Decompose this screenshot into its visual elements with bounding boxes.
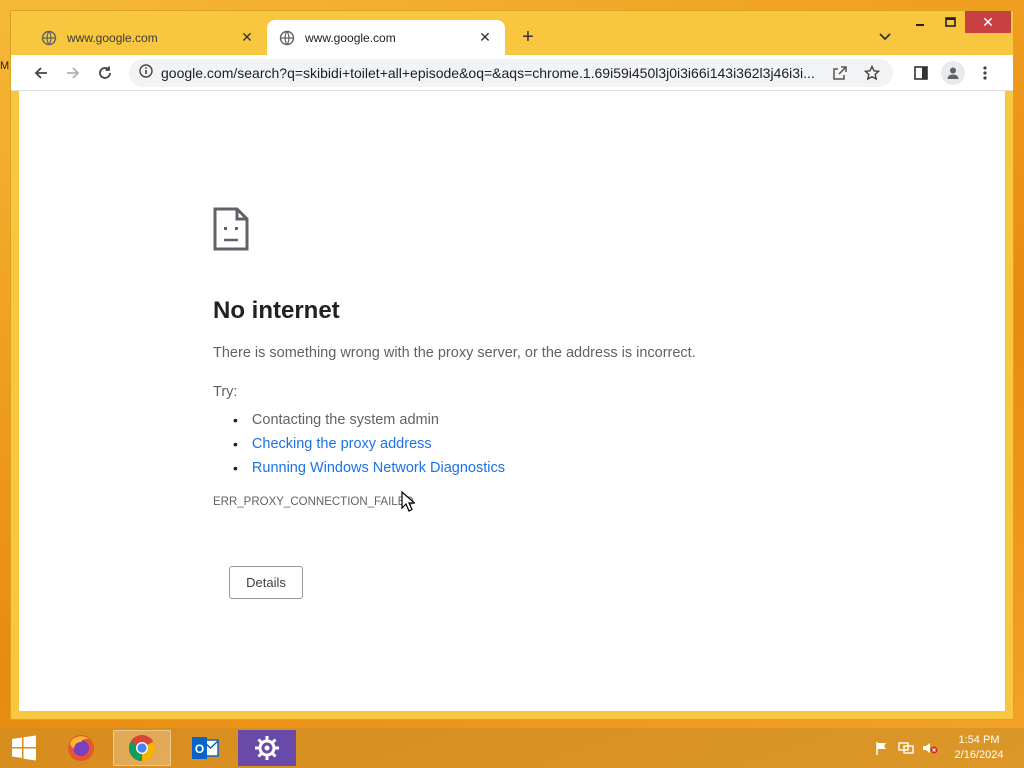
suggestion-list: Contacting the system admin Checking the… — [233, 408, 505, 480]
menu-kebab-icon[interactable] — [973, 61, 997, 85]
globe-icon — [279, 30, 295, 46]
firefox-icon[interactable] — [52, 730, 110, 766]
forward-arrow-icon[interactable] — [61, 61, 85, 85]
maximize-button[interactable] — [937, 11, 963, 33]
taskbar: O 1:54 PM 2/16/2024 — [0, 728, 1024, 768]
svg-text:O: O — [195, 742, 204, 756]
settings-icon[interactable] — [238, 730, 296, 766]
volume-muted-icon[interactable] — [922, 740, 938, 756]
system-clock[interactable]: 1:54 PM 2/16/2024 — [948, 733, 1010, 763]
browser-toolbar: google.com/search?q=skibidi+toilet+all+e… — [11, 55, 1013, 91]
error-title: No internet — [213, 297, 340, 324]
profile-avatar-icon[interactable] — [941, 61, 965, 85]
site-info-icon[interactable] — [139, 63, 153, 83]
reload-icon[interactable] — [93, 61, 117, 85]
globe-icon — [41, 30, 57, 46]
tab-close-icon[interactable]: ✕ — [239, 29, 255, 46]
clock-date: 2/16/2024 — [954, 749, 1004, 761]
tab-title: www.google.com — [305, 30, 396, 45]
suggestion-item[interactable]: Checking the proxy address — [233, 432, 505, 456]
proxy-address-link[interactable]: Checking the proxy address — [252, 436, 432, 452]
mouse-cursor-icon — [401, 490, 417, 513]
tab-search-chevron-icon[interactable] — [875, 27, 895, 47]
suggestion-item: Contacting the system admin — [233, 408, 505, 432]
network-icon[interactable] — [898, 740, 914, 756]
suggestion-item[interactable]: Running Windows Network Diagnostics — [233, 456, 505, 480]
try-label: Try: — [213, 384, 238, 400]
chrome-icon[interactable] — [113, 730, 171, 766]
tab-active[interactable]: www.google.com ✕ — [267, 20, 505, 55]
error-code: ERR_PROXY_CONNECTION_FAILED — [213, 496, 414, 508]
action-center-flag-icon[interactable] — [874, 740, 890, 756]
tab-title: www.google.com — [67, 30, 158, 45]
suggestion-text: Contacting the system admin — [251, 412, 439, 428]
outlook-icon[interactable]: O — [176, 730, 234, 766]
title-bar: www.google.com ✕ www.google.com ✕ + ✕ — [11, 11, 1013, 55]
back-arrow-icon[interactable] — [29, 61, 53, 85]
browser-window: www.google.com ✕ www.google.com ✕ + ✕ go… — [10, 10, 1014, 720]
sad-document-icon — [213, 207, 249, 251]
clock-time: 1:54 PM — [958, 734, 1000, 746]
start-windows-icon[interactable] — [10, 734, 38, 762]
close-window-button[interactable]: ✕ — [965, 11, 1011, 33]
minimize-button[interactable] — [907, 11, 933, 33]
error-description: There is something wrong with the proxy … — [213, 345, 696, 361]
tab-close-icon[interactable]: ✕ — [477, 29, 493, 46]
desktop-edge: M — [0, 60, 10, 72]
address-bar[interactable]: google.com/search?q=skibidi+toilet+all+e… — [129, 59, 893, 87]
bookmark-star-icon[interactable] — [861, 62, 883, 84]
new-tab-button[interactable]: + — [517, 26, 539, 48]
network-diagnostics-link[interactable]: Running Windows Network Diagnostics — [252, 460, 505, 476]
side-panel-icon[interactable] — [909, 61, 933, 85]
url-text[interactable]: google.com/search?q=skibidi+toilet+all+e… — [161, 65, 819, 81]
tab-inactive[interactable]: www.google.com ✕ — [29, 20, 267, 55]
page-content: No internet There is something wrong wit… — [19, 91, 1005, 711]
share-icon[interactable] — [829, 62, 851, 84]
details-button[interactable]: Details — [229, 566, 303, 599]
